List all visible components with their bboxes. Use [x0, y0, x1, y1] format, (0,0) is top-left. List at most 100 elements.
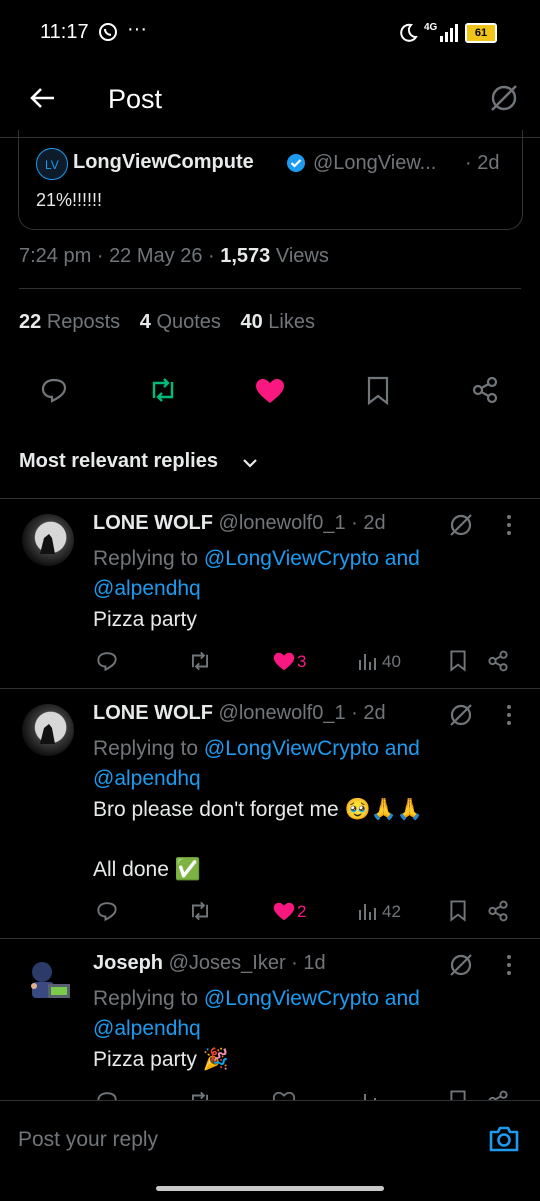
like-icon[interactable] [273, 902, 295, 921]
share-icon[interactable] [487, 1090, 509, 1100]
page-title: Post [108, 84, 163, 114]
grok-icon[interactable] [448, 702, 474, 728]
share-icon[interactable] [487, 900, 509, 922]
views-icon[interactable] [358, 652, 378, 670]
replying-prefix: Replying to [93, 987, 199, 1010]
quoted-author-name[interactable]: LongViewCompute [73, 151, 254, 174]
repost-icon[interactable] [188, 900, 212, 922]
reply-author-handle: @lonewolf0_1 [218, 702, 346, 724]
reply-age: · 2d [351, 512, 386, 534]
reply-icon[interactable] [96, 650, 118, 672]
reposts-stat[interactable]: 22 Reposts [19, 311, 120, 333]
post-meta: 7:24 pm · 22 May 26 · 1,573 Views [19, 245, 329, 268]
views-icon[interactable] [358, 1092, 378, 1100]
reply-author-handle: @lonewolf0_1 [218, 512, 346, 534]
quoted-post-text: 21%!!!!!! [36, 190, 103, 210]
reply-author-handle: @Joses_Iker [168, 952, 286, 974]
reply-author-avatar[interactable] [22, 954, 74, 1006]
reply-icon[interactable] [96, 900, 118, 922]
engagement-stats: 22 Reposts 4 Quotes 40 Likes [19, 311, 315, 334]
share-icon[interactable] [471, 376, 499, 404]
more-options-icon[interactable] [506, 514, 512, 536]
views-label: Views [275, 245, 329, 267]
more-options-icon[interactable] [506, 704, 512, 726]
whatsapp-icon [98, 22, 118, 42]
likes-label: Likes [268, 311, 315, 333]
status-time: 11:17 [40, 21, 89, 43]
bookmark-icon[interactable] [449, 1090, 467, 1100]
reply-text: Pizza party 🎉 [93, 1048, 229, 1071]
reply-text: Pizza party [93, 608, 197, 631]
replying-to-link[interactable]: @LongViewCrypto and [204, 987, 420, 1010]
replying-prefix: Replying to [93, 547, 199, 570]
chevron-down-icon[interactable] [241, 455, 259, 471]
replying-to-link[interactable]: @alpendhq [93, 767, 201, 790]
meta-separator: · [96, 245, 104, 267]
reply-author-name[interactable]: LONE WOLF [93, 512, 213, 534]
signal-icon [440, 24, 460, 42]
bookmark-icon[interactable] [366, 376, 390, 406]
views-count: 1,573 [220, 245, 271, 267]
repost-icon[interactable] [148, 376, 178, 404]
replying-prefix: Replying to [93, 737, 199, 760]
reply-author-name[interactable]: Joseph [93, 952, 163, 974]
home-indicator [156, 1186, 384, 1191]
battery-icon: 61 [465, 23, 497, 43]
post-date: 22 May 26 [109, 245, 203, 267]
reply-icon[interactable] [96, 1090, 118, 1100]
more-options-icon[interactable] [506, 954, 512, 976]
reply-author-avatar[interactable] [22, 704, 74, 756]
reply-age: · 2d [351, 702, 386, 724]
reply-item[interactable]: LONE WOLF @lonewolf0_1 · 2d Replying to … [0, 688, 540, 938]
quoted-author-avatar: LV [36, 148, 68, 180]
replying-to-link[interactable]: @alpendhq [93, 577, 201, 600]
reply-text-line-2: All done ✅ [93, 858, 201, 881]
reply-input[interactable] [18, 1123, 458, 1157]
quotes-stat[interactable]: 4 Quotes [140, 311, 221, 333]
grok-icon[interactable] [448, 952, 474, 978]
replying-to-link[interactable]: @LongViewCrypto and [204, 547, 420, 570]
reply-sort-dropdown[interactable]: Most relevant replies [19, 450, 218, 473]
views-icon[interactable] [358, 902, 378, 920]
reply-item[interactable]: LONE WOLF @lonewolf0_1 · 2d Replying to … [0, 498, 540, 688]
grok-icon[interactable] [488, 82, 520, 114]
replying-to: Replying to @LongViewCrypto and @alpendh… [93, 984, 420, 1044]
like-count: 3 [297, 652, 307, 671]
replying-to: Replying to @LongViewCrypto and @alpendh… [93, 544, 420, 604]
repost-icon[interactable] [188, 650, 212, 672]
share-icon[interactable] [487, 650, 509, 672]
quotes-count: 4 [139, 311, 151, 333]
replying-to-link[interactable]: @LongViewCrypto and [204, 737, 420, 760]
likes-stat[interactable]: 40 Likes [240, 311, 315, 333]
reply-author-avatar[interactable] [22, 514, 74, 566]
reposts-label: Reposts [46, 311, 121, 333]
bookmark-icon[interactable] [449, 650, 467, 672]
repost-icon[interactable] [188, 1090, 212, 1100]
quoted-post-card[interactable] [18, 130, 523, 230]
moon-icon [397, 22, 419, 44]
reply-item[interactable]: Joseph @Joses_Iker · 1d Replying to @Lon… [0, 938, 540, 1100]
like-icon[interactable] [273, 652, 295, 671]
svg-text:LV: LV [45, 158, 59, 172]
back-arrow-icon[interactable] [28, 84, 56, 112]
network-type: 4G [424, 22, 438, 33]
reply-header: LONE WOLF @lonewolf0_1 · 2d [93, 702, 386, 725]
reply-composer [0, 1100, 540, 1201]
meta-divider [19, 288, 521, 289]
sort-label: Most relevant replies [19, 450, 218, 472]
replying-to-link[interactable]: @alpendhq [93, 1017, 201, 1040]
like-icon[interactable] [273, 1092, 295, 1100]
like-icon[interactable] [255, 378, 285, 404]
reply-age: · 1d [291, 952, 326, 974]
reply-icon[interactable] [40, 376, 68, 404]
like-count: 2 [297, 902, 307, 921]
bookmark-icon[interactable] [449, 900, 467, 922]
reposts-count: 22 [19, 311, 42, 333]
grok-icon[interactable] [448, 512, 474, 538]
reply-author-name[interactable]: LONE WOLF [93, 702, 213, 724]
camera-icon[interactable] [488, 1125, 520, 1153]
quotes-label: Quotes [156, 311, 221, 333]
quoted-post-age: · 2d [465, 152, 500, 174]
battery-level: 61 [474, 27, 488, 39]
status-bar: 11:17 ··· 4G 61 [0, 0, 540, 66]
